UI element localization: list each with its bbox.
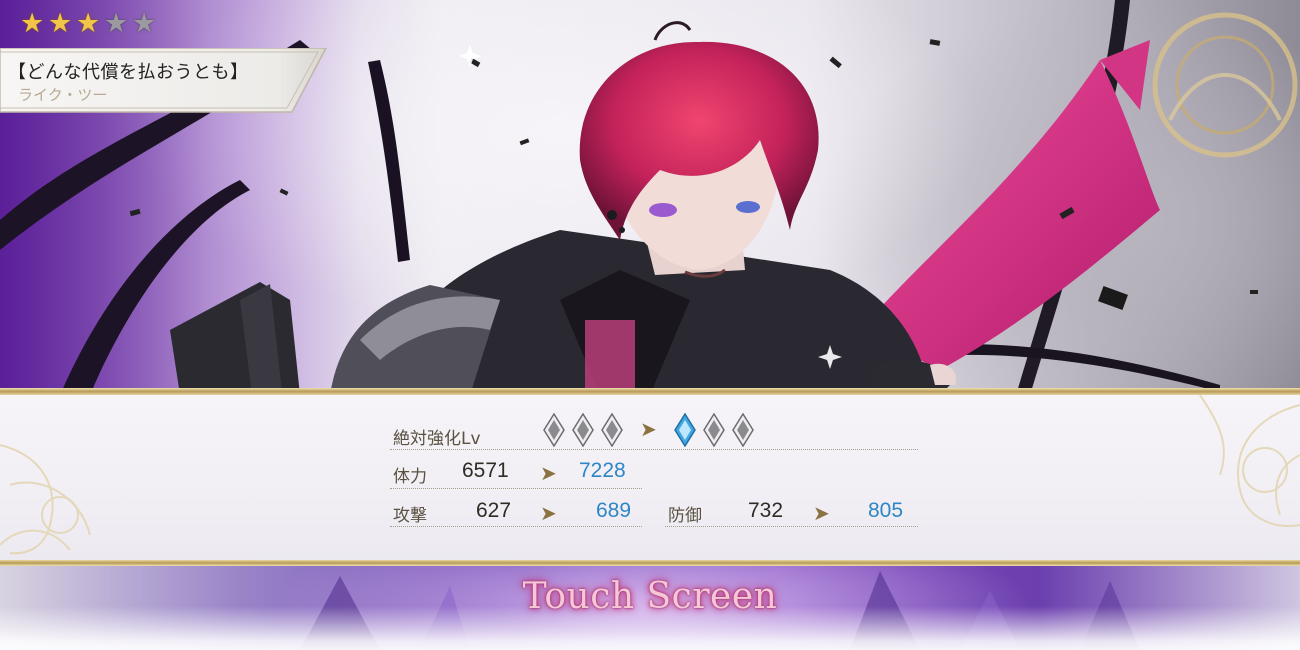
star-icon: ★ (20, 8, 45, 39)
chevron-right-icon: ➤ (813, 501, 830, 525)
hp-after: 7228 (579, 459, 626, 482)
ornament-right (1199, 395, 1300, 527)
diamond-gem-icon (572, 413, 594, 447)
star-icon: ★ (48, 8, 73, 39)
attack-before: 627 (476, 499, 512, 522)
diamond-gem-icon (674, 413, 696, 447)
defense-after: 805 (868, 499, 904, 522)
diamond-gem-icon (543, 413, 565, 447)
attack-label: 攻撃 (393, 506, 427, 526)
attack-after: 689 (596, 499, 632, 522)
panel-border-top (0, 388, 1300, 395)
touch-screen-prompt[interactable]: Touch Screen (0, 576, 1300, 617)
star-icon: ★ (104, 8, 129, 39)
row-divider (390, 449, 918, 450)
stats-panel: 絶対強化Lv ➤ 体力 6571 ➤ 7228 攻撃 627 ➤ 689 防御 … (0, 395, 1300, 560)
diamond-gem-icon (601, 413, 623, 447)
card-title: 【どんな代償を払おうとも】 (8, 62, 249, 83)
star-icon: ★ (76, 8, 101, 39)
diamond-gem-icon (703, 413, 725, 447)
row-divider (390, 488, 642, 489)
chevron-right-icon: ➤ (540, 461, 557, 485)
row-divider (390, 526, 642, 527)
star-icon: ★ (132, 8, 157, 39)
chevron-right-icon: ➤ (540, 501, 557, 525)
diamond-gem-icon (732, 413, 754, 447)
chevron-right-icon: ➤ (640, 417, 657, 441)
defense-label: 防御 (668, 506, 702, 526)
enhance-level-label: 絶対強化Lv (393, 429, 481, 449)
rarity-stars: ★ ★ ★ ★ ★ (20, 8, 158, 39)
row-divider (665, 526, 918, 527)
defense-before: 732 (748, 499, 784, 522)
hp-before: 6571 (462, 459, 509, 482)
ornament-left (0, 444, 91, 555)
hp-label: 体力 (393, 467, 427, 487)
character-name: ライク・ツー (18, 86, 108, 104)
